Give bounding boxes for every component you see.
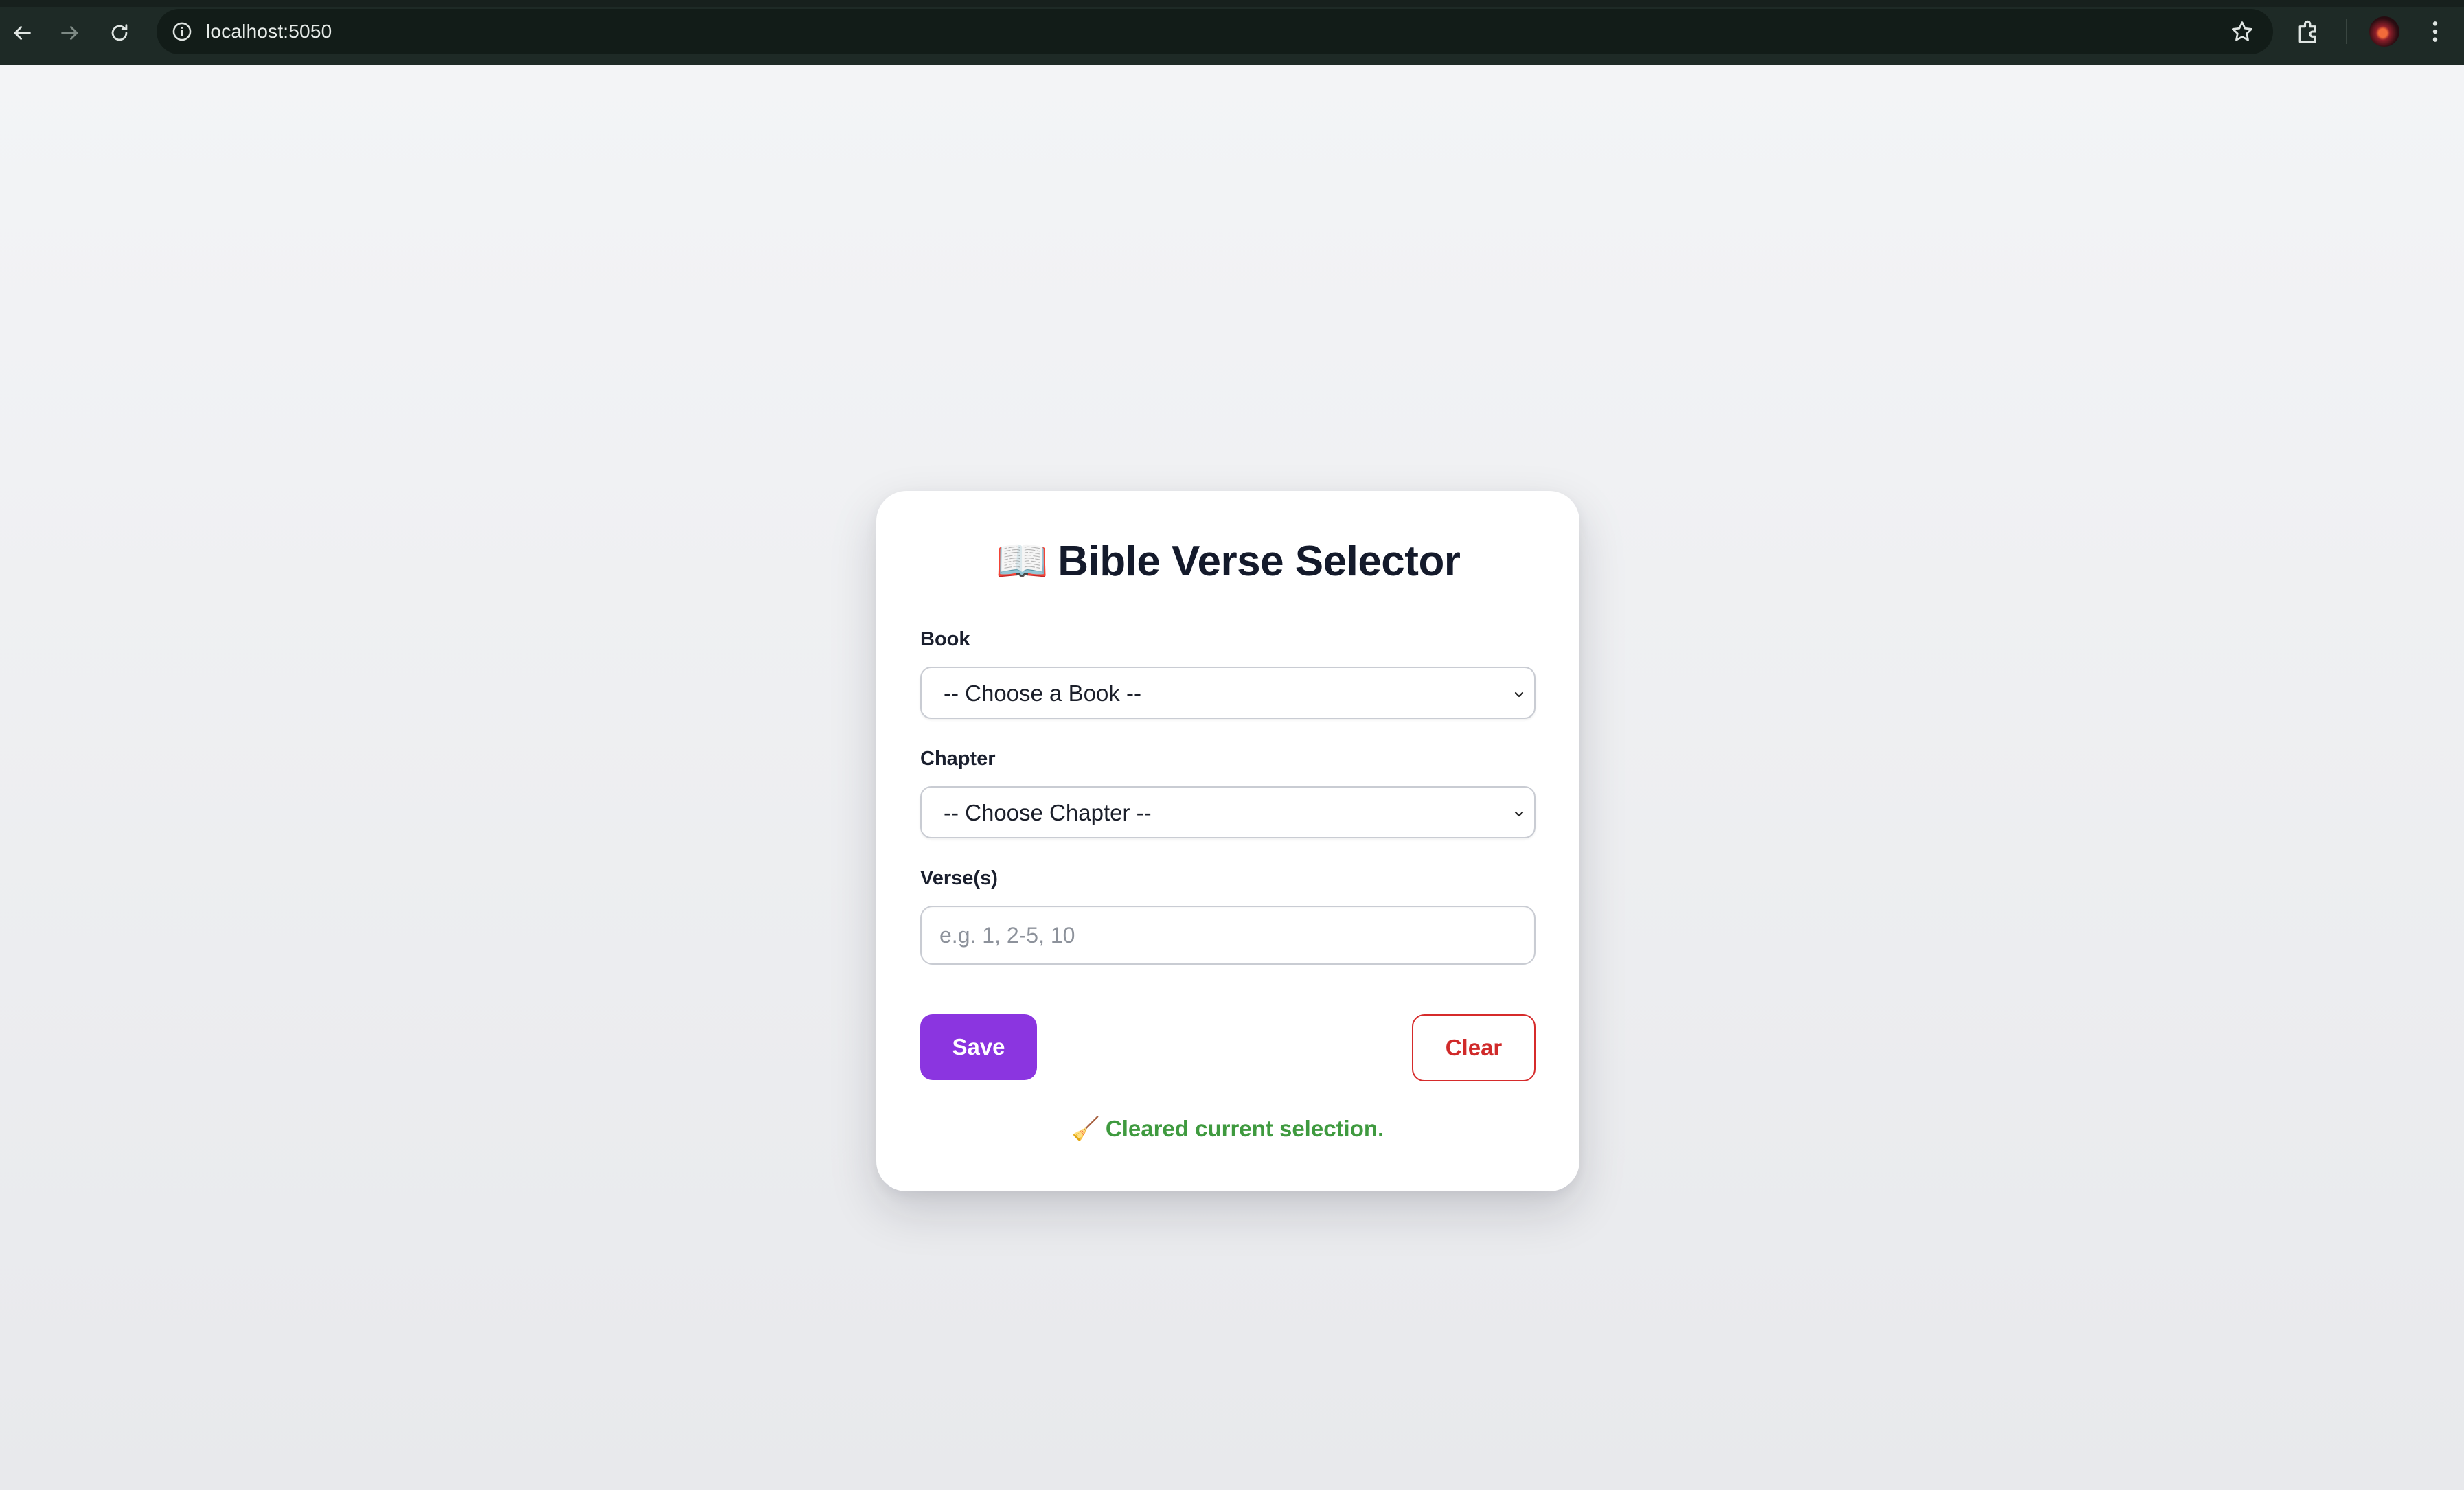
chevron-down-icon — [1514, 811, 1524, 817]
save-button[interactable]: Save — [920, 1014, 1037, 1080]
reload-icon — [111, 24, 128, 41]
extensions-icon[interactable] — [2294, 16, 2324, 47]
title-text: Bible Verse Selector — [1058, 538, 1461, 585]
url-text[interactable]: localhost:5050 — [206, 9, 332, 54]
page-viewport: 📖 Bible Verse Selector Book -- Choose a B… — [0, 65, 2464, 1490]
chevron-down-icon — [1514, 691, 1524, 698]
chapter-select-value: -- Choose Chapter -- — [944, 800, 1152, 825]
open-book-icon: 📖 — [995, 538, 1049, 585]
info-icon[interactable] — [170, 20, 194, 43]
browser-toolbar: localhost:5050 — [0, 0, 2464, 65]
verses-label: Verse(s) — [920, 867, 998, 889]
back-icon — [14, 26, 31, 40]
tab-strip — [0, 0, 2464, 7]
toolbar-separator — [2346, 19, 2347, 44]
menu-icon[interactable] — [2421, 16, 2449, 47]
book-select-value: -- Choose a Book -- — [944, 680, 1141, 706]
broom-icon: 🧹 — [1071, 1116, 1100, 1141]
back-button[interactable] — [5, 16, 38, 49]
page-title: 📖 Bible Verse Selector — [876, 536, 1579, 586]
verse-selector-card: 📖 Bible Verse Selector Book -- Choose a B… — [876, 491, 1579, 1191]
verses-input[interactable]: e.g. 1, 2-5, 10 — [920, 906, 1536, 965]
chapter-select[interactable]: -- Choose Chapter -- — [920, 786, 1536, 838]
forward-icon — [61, 26, 78, 40]
verses-placeholder: e.g. 1, 2-5, 10 — [939, 923, 1075, 948]
star-icon[interactable] — [2229, 19, 2255, 45]
chapter-label: Chapter — [920, 748, 996, 770]
profile-avatar[interactable] — [2369, 16, 2399, 47]
reload-button[interactable] — [103, 16, 136, 49]
status-message: 🧹 Cleared current selection. — [876, 1116, 1579, 1143]
book-label: Book — [920, 628, 970, 650]
clear-button[interactable]: Clear — [1412, 1014, 1536, 1081]
address-bar[interactable]: localhost:5050 — [157, 9, 2273, 54]
status-text: Cleared current selection. — [1105, 1116, 1384, 1141]
forward-button[interactable] — [54, 16, 87, 49]
book-select[interactable]: -- Choose a Book -- — [920, 667, 1536, 719]
